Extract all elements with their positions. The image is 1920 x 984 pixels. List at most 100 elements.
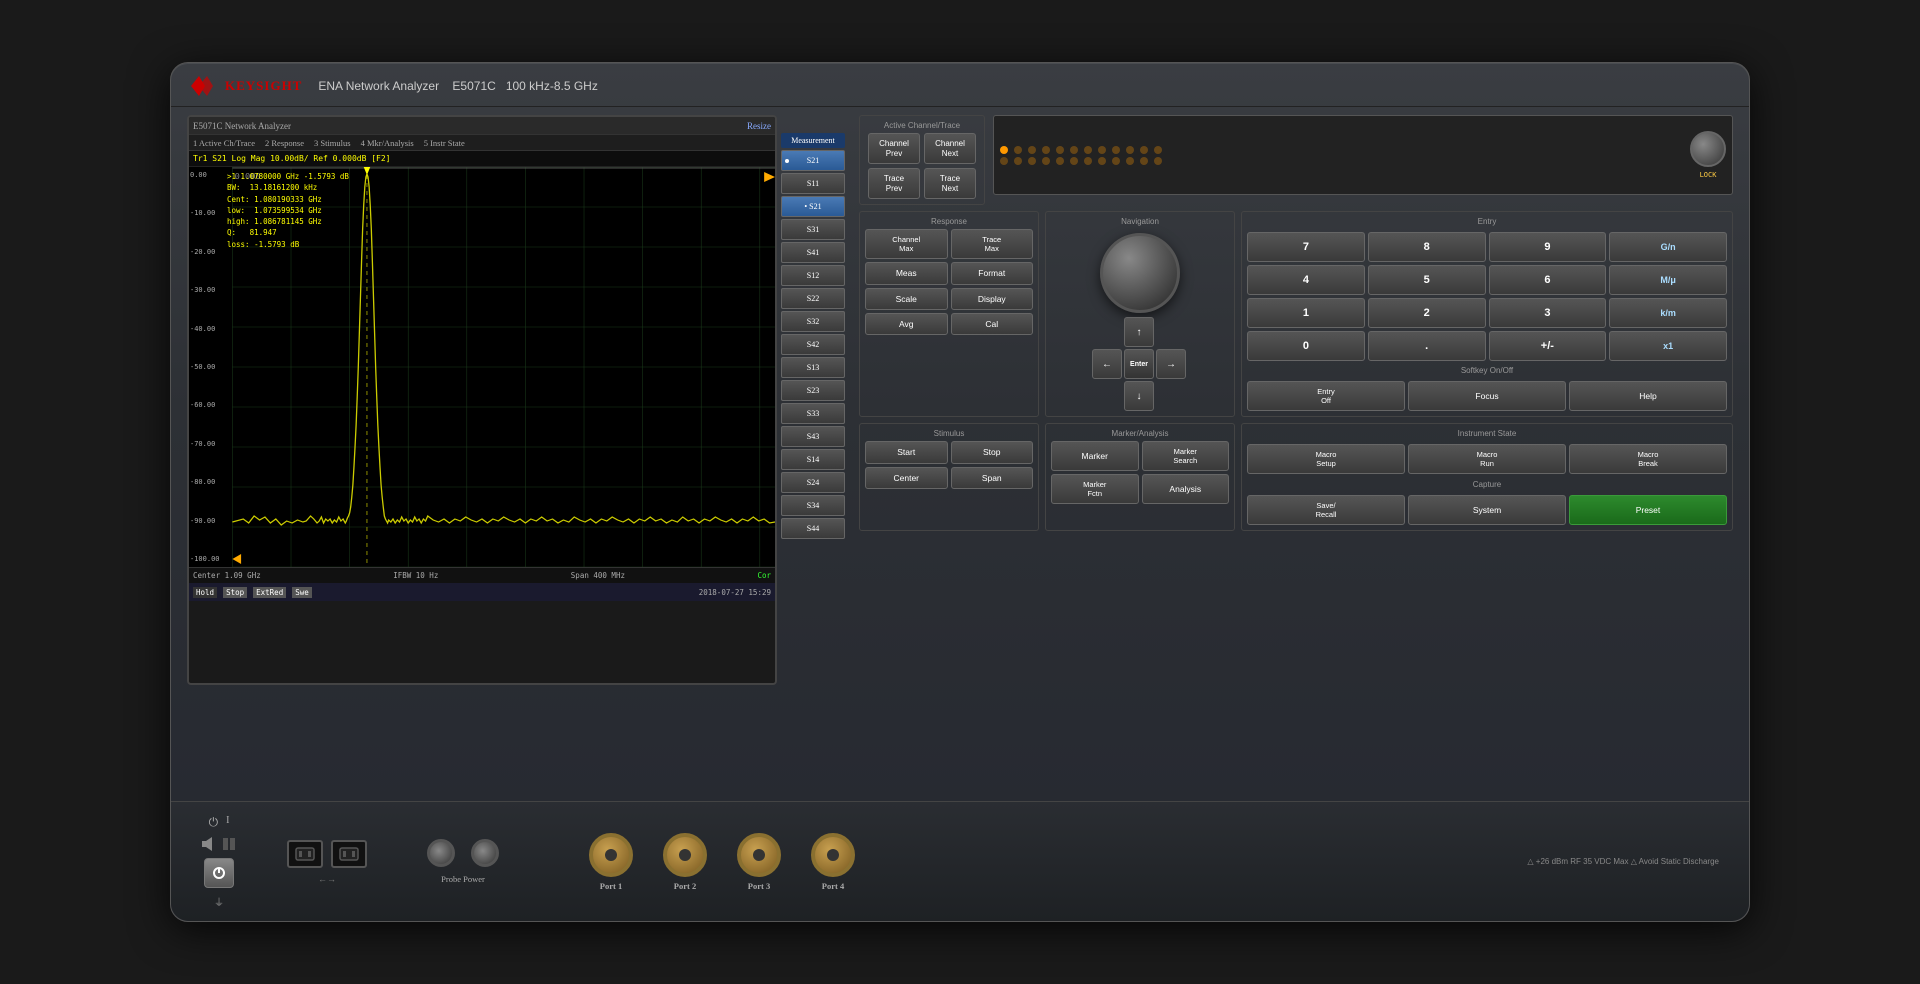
menu-response[interactable]: 2 Response	[265, 138, 304, 148]
probe-connector-2[interactable]	[471, 839, 499, 867]
arrow-pad: ↑ ← Enter → ↓	[1092, 317, 1188, 411]
key-3[interactable]: 3	[1489, 298, 1607, 328]
usb-port-1[interactable]	[287, 840, 323, 868]
instrument-state-label: Instrument State	[1247, 429, 1727, 438]
key-5[interactable]: 5	[1368, 265, 1486, 295]
trace-prev-button[interactable]: Trace Prev	[868, 168, 920, 199]
macro-run-button[interactable]: Macro Run	[1408, 444, 1566, 474]
power-button[interactable]	[204, 858, 234, 888]
rf-port-4-connector[interactable]	[811, 833, 855, 877]
focus-button[interactable]: Focus	[1408, 381, 1566, 411]
lock-knob[interactable]	[1690, 131, 1726, 167]
marker-fctn-button[interactable]: Marker Fctn	[1051, 474, 1139, 504]
capture-label: Capture	[1247, 480, 1727, 489]
navigation-knob[interactable]	[1100, 233, 1180, 313]
trace-max-button[interactable]: Trace Max	[951, 229, 1034, 259]
key-x1[interactable]: x1	[1609, 331, 1727, 361]
screen-container: E5071C Network Analyzer Resize 1 Active …	[187, 115, 777, 685]
rf-ports-section: Port 1 Port 2 Port 3 Port 4	[589, 833, 855, 891]
save-recall-button[interactable]: Save/ Recall	[1247, 495, 1405, 525]
softkey-s24[interactable]: S24	[781, 472, 845, 493]
softkey-s23[interactable]: S23	[781, 380, 845, 401]
softkey-on-off-label: Softkey On/Off	[1247, 366, 1727, 375]
key-4[interactable]: 4	[1247, 265, 1365, 295]
power-symbol-icon	[212, 866, 226, 880]
chart-area: 0.00 -10.00 -20.00 -30.00 -40.00 -50.00 …	[189, 167, 775, 567]
channel-next-button[interactable]: Channel Next	[924, 133, 976, 164]
softkey-s43[interactable]: S43	[781, 426, 845, 447]
format-button[interactable]: Format	[951, 262, 1034, 284]
speaker-icon	[201, 836, 217, 852]
softkey-s21[interactable]: • S21	[781, 196, 845, 217]
system-button[interactable]: System	[1408, 495, 1566, 525]
display-button[interactable]: Display	[951, 288, 1034, 310]
marker-search-button[interactable]: Marker Search	[1142, 441, 1230, 471]
screen-title-bar: E5071C Network Analyzer Resize	[189, 117, 775, 135]
stop-button[interactable]: Stop	[951, 441, 1034, 463]
key-2[interactable]: 2	[1368, 298, 1486, 328]
enter-button[interactable]: Enter	[1124, 349, 1154, 379]
usb-port-2[interactable]	[331, 840, 367, 868]
key-8[interactable]: 8	[1368, 232, 1486, 262]
up-arrow-button[interactable]: ↑	[1124, 317, 1154, 347]
analysis-button[interactable]: Analysis	[1142, 474, 1230, 504]
navigation-label: Navigation	[1121, 217, 1159, 226]
rf-port-2-connector[interactable]	[663, 833, 707, 877]
softkey-s44[interactable]: S44	[781, 518, 845, 539]
meas-button[interactable]: Meas	[865, 262, 948, 284]
softkey-s14[interactable]: S14	[781, 449, 845, 470]
softkey-s21-active[interactable]: S21	[781, 150, 845, 171]
softkey-s34[interactable]: S34	[781, 495, 845, 516]
start-button[interactable]: Start	[865, 441, 948, 463]
span-button[interactable]: Span	[951, 467, 1034, 489]
led-dot	[1098, 157, 1106, 165]
key-9[interactable]: 9	[1489, 232, 1607, 262]
entry-off-button[interactable]: Entry Off	[1247, 381, 1405, 411]
macro-setup-button[interactable]: Macro Setup	[1247, 444, 1405, 474]
softkey-s31[interactable]: S31	[781, 219, 845, 240]
instrument-model: ENA Network Analyzer E5071C 100 kHz-8.5 …	[318, 79, 598, 93]
softkey-s12[interactable]: S12	[781, 265, 845, 286]
softkey-s13[interactable]: S13	[781, 357, 845, 378]
key-1[interactable]: 1	[1247, 298, 1365, 328]
channel-prev-button[interactable]: Channel Prev	[868, 133, 920, 164]
softkey-s32[interactable]: S32	[781, 311, 845, 332]
marker-button[interactable]: Marker	[1051, 441, 1139, 471]
rf-port-1-connector[interactable]	[589, 833, 633, 877]
led-dot	[1028, 146, 1036, 154]
down-arrow-button[interactable]: ↓	[1124, 381, 1154, 411]
key-7[interactable]: 7	[1247, 232, 1365, 262]
scale-button[interactable]: Scale	[865, 288, 948, 310]
softkey-s22[interactable]: S22	[781, 288, 845, 309]
left-arrow-button[interactable]: ←	[1092, 349, 1122, 379]
softkey-s11[interactable]: S11	[781, 173, 845, 194]
menu-active-ch[interactable]: 1 Active Ch/Trace	[193, 138, 255, 148]
probe-connector-1[interactable]	[427, 839, 455, 867]
key-plusminus[interactable]: +/-	[1489, 331, 1607, 361]
softkey-s41[interactable]: S41	[781, 242, 845, 263]
led-dot	[1084, 146, 1092, 154]
channel-max-button[interactable]: Channel Max	[865, 229, 948, 259]
key-gn[interactable]: G/n	[1609, 232, 1727, 262]
cal-button[interactable]: Cal	[951, 313, 1034, 335]
right-arrow-button[interactable]: →	[1156, 349, 1186, 379]
macro-break-button[interactable]: Macro Break	[1569, 444, 1727, 474]
help-button[interactable]: Help	[1569, 381, 1727, 411]
softkey-s42[interactable]: S42	[781, 334, 845, 355]
entry-label: Entry	[1247, 217, 1727, 226]
key-6[interactable]: 6	[1489, 265, 1607, 295]
key-dot[interactable]: .	[1368, 331, 1486, 361]
menu-mkr-analysis[interactable]: 4 Mkr/Analysis	[361, 138, 414, 148]
key-km[interactable]: k/m	[1609, 298, 1727, 328]
warning-text: △ +26 dBm RF 35 VDC Max △ Avoid Static D…	[1527, 857, 1719, 866]
menu-stimulus[interactable]: 3 Stimulus	[314, 138, 351, 148]
key-0[interactable]: 0	[1247, 331, 1365, 361]
key-mu[interactable]: M/μ	[1609, 265, 1727, 295]
menu-instr-state[interactable]: 5 Instr State	[424, 138, 465, 148]
trace-next-button[interactable]: Trace Next	[924, 168, 976, 199]
rf-port-3-connector[interactable]	[737, 833, 781, 877]
preset-button[interactable]: Preset	[1569, 495, 1727, 525]
softkey-s33[interactable]: S33	[781, 403, 845, 424]
avg-button[interactable]: Avg	[865, 313, 948, 335]
center-button[interactable]: Center	[865, 467, 948, 489]
